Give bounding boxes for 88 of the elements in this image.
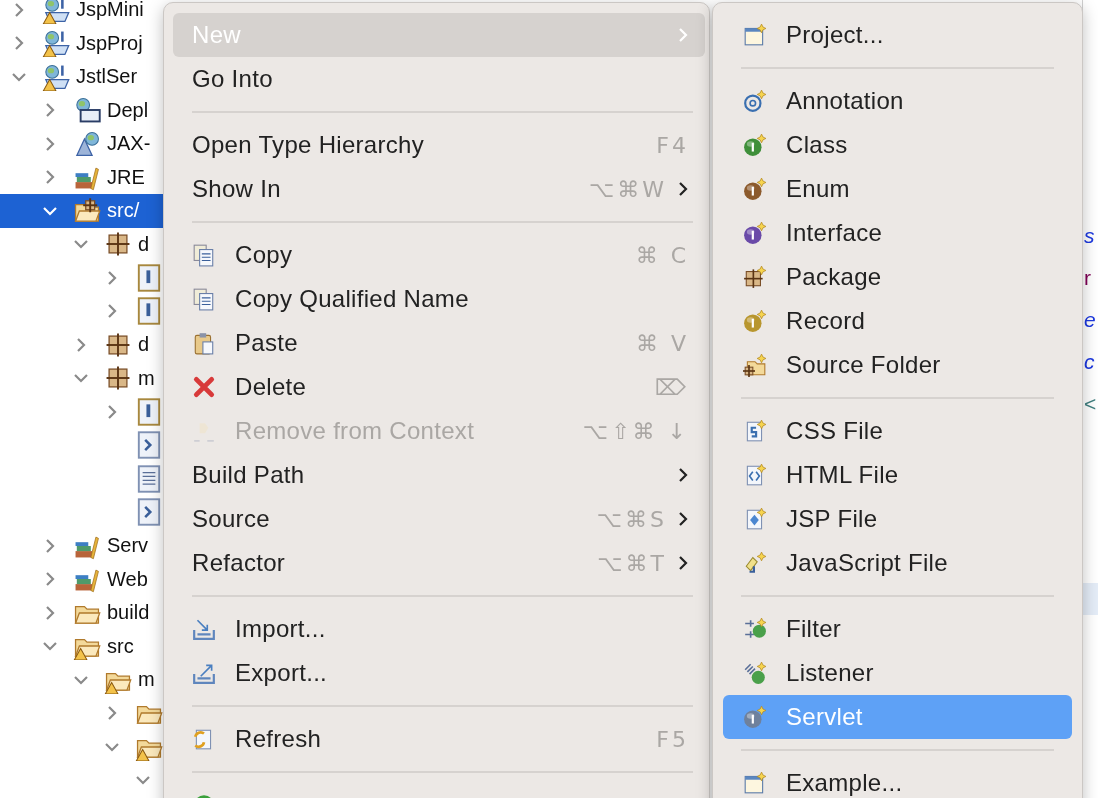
text-file-icon [135,464,163,493]
menu-item[interactable]: Delete ⌦ [173,365,705,409]
menu-item[interactable]: Record [723,299,1072,343]
source-folder-icon [73,196,101,225]
project-icon [42,62,70,91]
listener-icon [743,661,767,685]
tree-item[interactable]: Serv [0,529,163,563]
java-file-icon [135,297,163,326]
menu-item[interactable]: Paste ⌘ V [173,321,705,365]
menu-item[interactable]: Import... [173,607,705,651]
source-folder-icon [743,353,767,377]
project-icon [42,29,70,58]
code-text: s [1083,223,1096,249]
menu-item[interactable]: CSS File [723,409,1072,453]
menu-item[interactable]: Go Into [173,57,705,101]
project-icon [42,0,70,24]
copy-icon [192,287,216,311]
javascript-file-icon [743,551,767,575]
menu-item[interactable]: Show In ⌥⌘W [173,167,705,211]
tree-item[interactable]: d [0,328,163,362]
menu-item[interactable]: Copy ⌘ C [173,233,705,277]
tree-item[interactable]: d [0,227,163,261]
menu-item[interactable]: Open Type Hierarchy F4 [173,123,705,167]
import-icon [192,617,216,641]
globe-icon [73,96,101,125]
tree-item[interactable]: JAX- [0,127,163,161]
tree-item[interactable]: m [0,663,163,697]
tree-item[interactable]: JspMini [0,0,163,27]
menu-item[interactable]: HTML File [723,453,1072,497]
code-text: e [1083,307,1097,333]
tree-item[interactable]: JstlSer [0,60,163,94]
interface-icon [743,221,767,245]
menu-item[interactable]: Interface [723,211,1072,255]
menu-item[interactable]: Export... [173,651,705,695]
globe-icon [73,129,101,158]
tree-item[interactable]: src/ [0,194,163,228]
shortcut-label: ⌥⇧⌘ ↓ [582,418,689,444]
delete-icon [192,375,216,399]
menu-item[interactable]: Class [723,123,1072,167]
code-text: r [1083,265,1092,291]
menu-item[interactable]: JSP File [723,497,1072,541]
menu-item[interactable]: Annotation [723,79,1072,123]
servlet-icon [743,705,767,729]
window-icon [743,23,767,47]
menu-item[interactable]: Refresh F5 [173,717,705,761]
current-line-highlight [1083,583,1098,615]
menu-item[interactable]: Listener [723,651,1072,695]
shortcut-label: ⌥⌘S [596,506,667,532]
tree-item[interactable]: JspProj [0,26,163,60]
shortcut-label: F4 [656,132,689,158]
shortcut-label: F5 [656,726,689,752]
shortcut-label: ⌦ [654,374,689,400]
shortcut-label: ⌥⌘W [588,176,667,202]
tree-item[interactable]: m [0,361,163,395]
xml-file-icon [135,431,163,460]
tree-item[interactable]: JRE [0,160,163,194]
enum-icon [743,177,767,201]
copy-icon [192,243,216,267]
code-text: < [1083,391,1098,417]
java-file-icon [135,397,163,426]
package-icon [743,265,767,289]
filter-icon [743,617,767,641]
class-icon [743,133,767,157]
menu-item[interactable]: Enum [723,167,1072,211]
menu-item[interactable]: Package [723,255,1072,299]
tree-item[interactable]: Web [0,562,163,596]
xml-file-icon [135,498,163,527]
at-sign-icon [743,89,767,113]
menu-item[interactable]: JavaScript File [723,541,1072,585]
java-file-icon [135,263,163,292]
menu-item[interactable]: Refactor ⌥⌘T [173,541,705,585]
window-icon [743,771,767,795]
menu-item[interactable]: Source Folder [723,343,1072,387]
menu-item[interactable]: Source ⌥⌘S [173,497,705,541]
paste-icon [192,331,216,355]
menu-item[interactable]: Filter [723,607,1072,651]
menu-item[interactable]: Project... [723,13,1072,57]
code-text: c [1083,349,1096,375]
shortcut-label: ⌥⌘T [597,550,667,576]
tree-item[interactable]: build [0,596,163,630]
menu-item[interactable]: Example... [723,761,1072,798]
shortcut-label: ⌘ C [635,242,689,268]
tree-item[interactable]: src [0,629,163,663]
menu-item[interactable]: Copy Qualified Name [173,277,705,321]
tree-item[interactable]: Depl [0,93,163,127]
shortcut-label: ⌘ V [635,330,689,356]
record-icon [743,309,767,333]
menu-item[interactable]: Build Path [173,453,705,497]
